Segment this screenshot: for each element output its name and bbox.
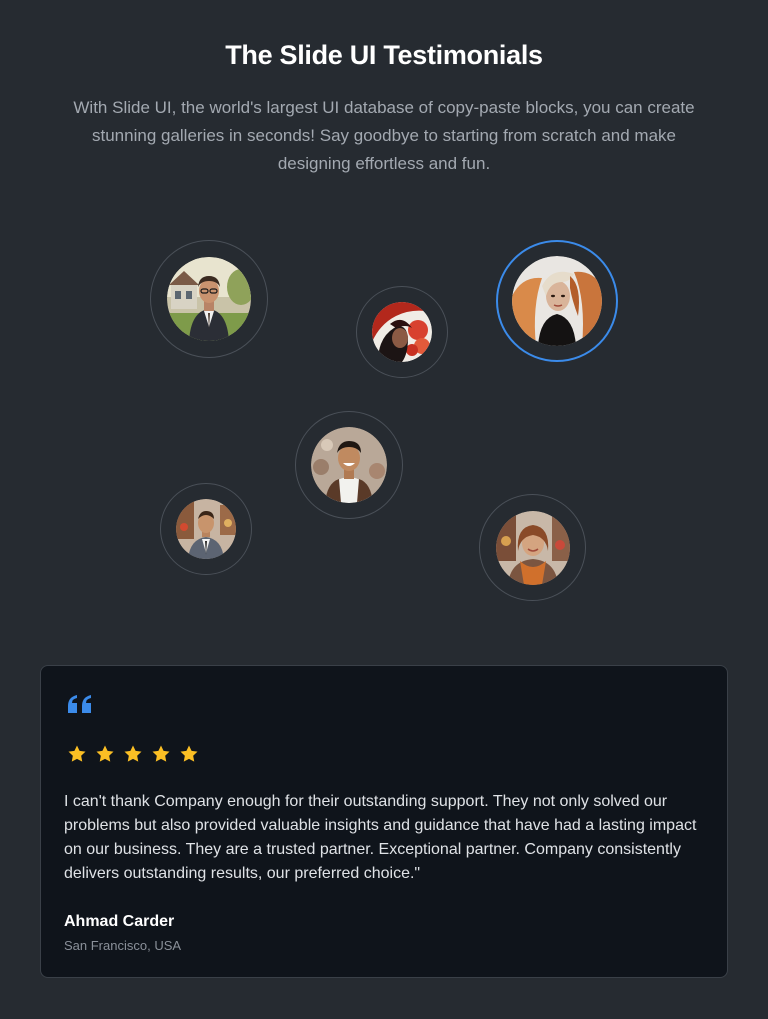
avatar-man-smiling[interactable] (295, 411, 403, 519)
avatar-image (495, 510, 570, 585)
star-icon (124, 745, 142, 762)
testimonial-text: I can't thank Company enough for their o… (64, 793, 697, 882)
page-subtitle: With Slide UI, the world's largest UI da… (73, 98, 695, 173)
star-icon (96, 745, 114, 762)
star-icon (152, 745, 170, 762)
author-location: San Francisco, USA (64, 938, 182, 953)
avatar-image (372, 302, 432, 362)
avatar-image (512, 256, 602, 346)
avatar-image (167, 257, 251, 341)
avatar-image (176, 499, 236, 559)
quote-icon (68, 695, 91, 713)
avatar-man-blazer[interactable] (160, 483, 252, 575)
avatar-man-suit-house[interactable] (150, 240, 268, 358)
avatar-woman-orange-scarf[interactable] (479, 494, 586, 601)
star-icon (68, 745, 86, 762)
avatar-woman-red-flowers[interactable] (356, 286, 448, 378)
author-name: Ahmad Carder (64, 913, 175, 930)
star-icon (180, 745, 198, 762)
testimonial-card: I can't thank Company enough for their o… (40, 665, 728, 978)
star-rating (67, 744, 199, 764)
avatar-image (311, 427, 387, 503)
avatar-woman-flowing-hair[interactable] (496, 240, 618, 362)
page-title: The Slide UI Testimonials (225, 40, 543, 70)
